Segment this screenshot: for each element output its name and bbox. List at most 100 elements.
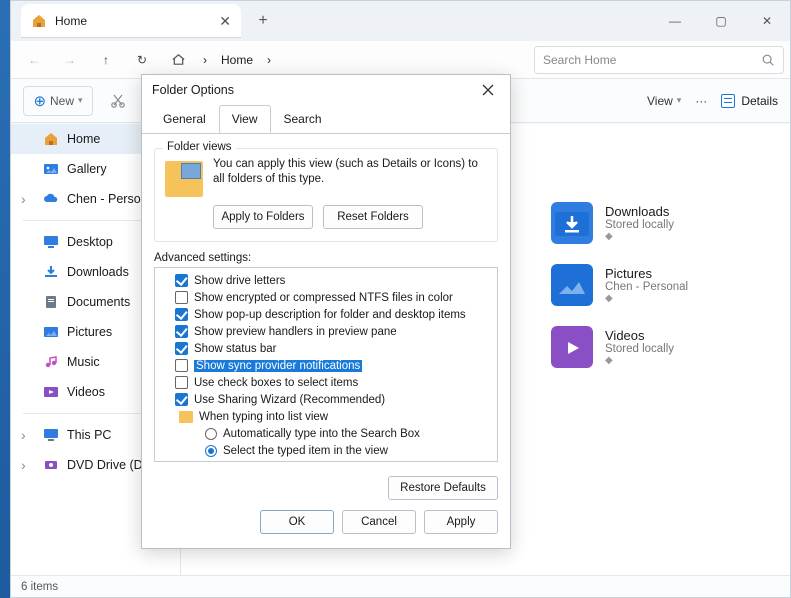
advanced-setting-item[interactable]: Show preview handlers in preview pane <box>161 323 491 340</box>
pin-icon: ◆ <box>605 293 688 304</box>
window-close-button[interactable]: ✕ <box>744 1 790 41</box>
advanced-setting-item[interactable]: Show encrypted or compressed NTFS files … <box>161 289 491 306</box>
pictures-icon <box>43 324 59 340</box>
folder-views-desc: You can apply this view (such as Details… <box>213 157 487 197</box>
documents-icon <box>43 294 59 310</box>
setting-label: Show preview handlers in preview pane <box>194 326 397 338</box>
search-icon <box>761 53 775 67</box>
dialog-tabs: General View Search <box>142 105 510 133</box>
radio-icon[interactable] <box>205 445 217 457</box>
tab-home[interactable]: Home ✕ <box>21 4 241 38</box>
forward-button[interactable]: → <box>53 45 87 75</box>
checkbox-icon[interactable] <box>175 274 188 287</box>
setting-label: Show pop-up description for folder and d… <box>194 309 466 321</box>
checkbox-icon[interactable] <box>175 359 188 372</box>
list-item[interactable]: PicturesChen - Personal◆ <box>551 264 688 306</box>
setting-label: Show status bar <box>194 343 276 355</box>
setting-label: Navigation pane <box>185 462 268 463</box>
folder-icon <box>165 462 179 463</box>
videos-icon <box>43 384 59 400</box>
dialog-title: Folder Options <box>152 83 234 97</box>
setting-label: Use check boxes to select items <box>194 377 358 389</box>
search-placeholder: Search Home <box>543 53 616 67</box>
folder-icon <box>551 202 593 244</box>
advanced-setting-item[interactable]: Show sync provider notifications <box>161 357 491 374</box>
cancel-button[interactable]: Cancel <box>342 510 416 534</box>
advanced-settings-label: Advanced settings: <box>154 252 498 264</box>
advanced-setting-item[interactable]: Use Sharing Wizard (Recommended) <box>161 391 491 408</box>
new-tab-button[interactable]: + <box>246 4 280 38</box>
breadcrumb-sep: › <box>197 49 213 71</box>
cut-button[interactable] <box>103 86 133 116</box>
more-menu[interactable]: ··· <box>695 94 707 108</box>
status-text: 6 items <box>21 581 58 593</box>
pc-icon <box>43 427 59 443</box>
dialog-title-bar: Folder Options <box>142 75 510 105</box>
checkbox-icon[interactable] <box>175 376 188 389</box>
pin-icon: ◆ <box>605 231 674 242</box>
status-bar: 6 items <box>11 575 790 597</box>
setting-label: Show sync provider notifications <box>194 360 362 372</box>
desktop-icon <box>43 234 59 250</box>
details-icon <box>721 94 735 108</box>
up-button[interactable]: ↑ <box>89 45 123 75</box>
maximize-button[interactable]: ▢ <box>698 1 744 41</box>
breadcrumb-sep: › <box>261 49 277 71</box>
reset-folders-button[interactable]: Reset Folders <box>323 205 423 229</box>
setting-label: Use Sharing Wizard (Recommended) <box>194 394 385 406</box>
checkbox-icon[interactable] <box>175 393 188 406</box>
advanced-setting-item[interactable]: Automatically type into the Search Box <box>161 425 491 442</box>
refresh-button[interactable]: ↻ <box>125 45 159 75</box>
apply-to-folders-button[interactable]: Apply to Folders <box>213 205 313 229</box>
cloud-icon <box>43 191 59 207</box>
details-toggle[interactable]: Details <box>721 94 778 108</box>
dialog-close-button[interactable] <box>476 78 500 102</box>
tab-general[interactable]: General <box>150 105 219 133</box>
list-item[interactable]: VideosStored locally◆ <box>551 326 674 368</box>
tab-title: Home <box>55 14 87 28</box>
advanced-settings-list[interactable]: Show drive letters Show encrypted or comp… <box>154 267 498 462</box>
new-button[interactable]: ⊕ New ▾ <box>23 86 93 116</box>
list-item[interactable]: DownloadsStored locally◆ <box>551 202 674 244</box>
address-home-icon[interactable] <box>161 45 195 75</box>
checkbox-icon[interactable] <box>175 291 188 304</box>
folder-views-icon <box>165 161 203 197</box>
checkbox-icon[interactable] <box>175 325 188 338</box>
restore-defaults-button[interactable]: Restore Defaults <box>388 476 498 500</box>
setting-label: Show encrypted or compressed NTFS files … <box>194 292 453 304</box>
download-icon <box>43 264 59 280</box>
advanced-setting-item[interactable]: Show pop-up description for folder and d… <box>161 306 491 323</box>
checkbox-icon[interactable] <box>175 308 188 321</box>
minimize-button[interactable]: — <box>652 1 698 41</box>
tab-close-icon[interactable]: ✕ <box>219 13 231 30</box>
setting-label: Automatically type into the Search Box <box>223 428 420 440</box>
apply-button[interactable]: Apply <box>424 510 498 534</box>
folder-views-legend: Folder views <box>163 141 236 153</box>
checkbox-icon[interactable] <box>175 342 188 355</box>
radio-icon[interactable] <box>205 428 217 440</box>
advanced-setting-item[interactable]: Use check boxes to select items <box>161 374 491 391</box>
titlebar: Home ✕ + — ▢ ✕ <box>11 1 790 41</box>
folder-icon <box>551 326 593 368</box>
gallery-icon <box>43 161 59 177</box>
tab-view[interactable]: View <box>219 105 271 133</box>
advanced-group-header: When typing into list view <box>161 408 491 425</box>
advanced-setting-item[interactable]: Show drive letters <box>161 272 491 289</box>
advanced-setting-item[interactable]: Show status bar <box>161 340 491 357</box>
advanced-setting-item[interactable]: Select the typed item in the view <box>161 442 491 459</box>
search-input[interactable]: Search Home <box>534 46 784 74</box>
folder-options-dialog: Folder Options General View Search Folde… <box>141 74 511 549</box>
folder-icon <box>551 264 593 306</box>
ok-button[interactable]: OK <box>260 510 334 534</box>
disc-icon <box>43 457 59 473</box>
breadcrumb-home[interactable]: Home <box>215 49 259 71</box>
pin-icon: ◆ <box>605 355 674 366</box>
setting-label: When typing into list view <box>199 411 328 423</box>
tab-search[interactable]: Search <box>271 105 335 133</box>
back-button[interactable]: ← <box>17 45 51 75</box>
advanced-group-header: Navigation pane <box>161 459 491 462</box>
view-menu[interactable]: View▾ <box>647 94 681 108</box>
setting-label: Show drive letters <box>194 275 285 287</box>
folder-views-group: Folder views You can apply this view (su… <box>154 148 498 242</box>
setting-label: Select the typed item in the view <box>223 445 388 457</box>
